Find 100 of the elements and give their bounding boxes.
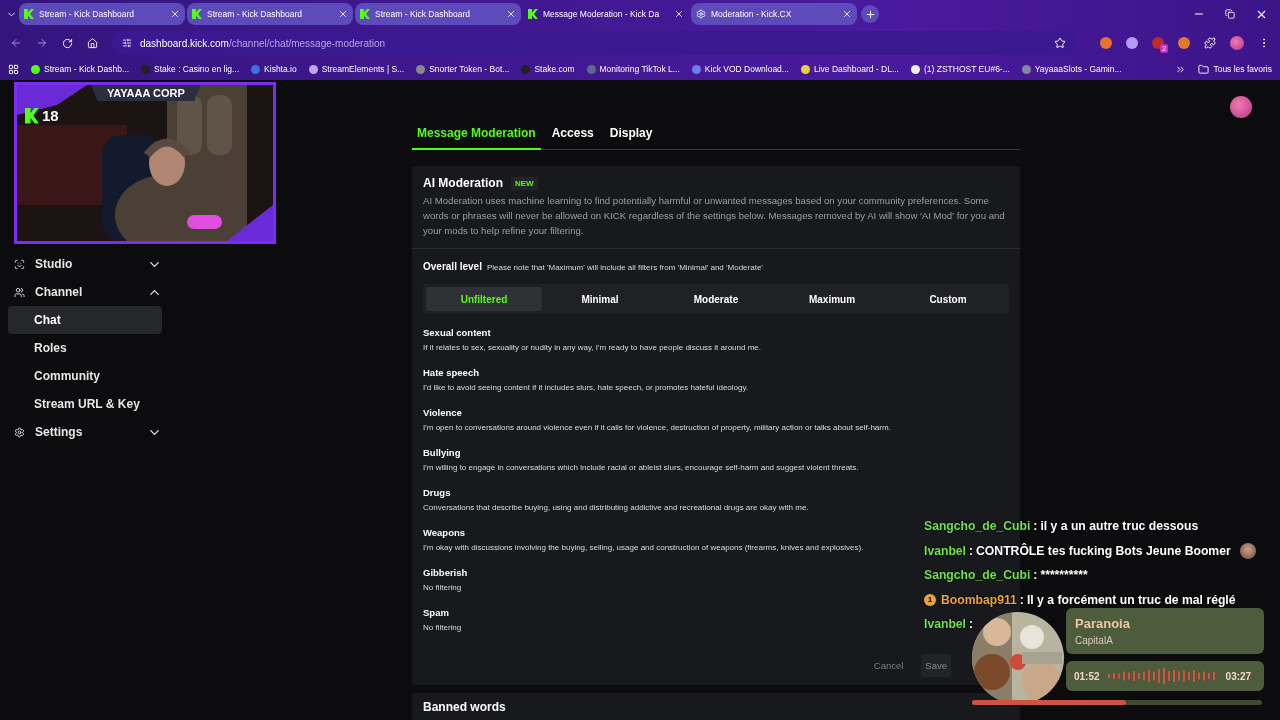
forward-icon[interactable] (36, 37, 48, 49)
bookmark-icon (1021, 64, 1031, 74)
sidebar-item[interactable]: Community (8, 362, 162, 390)
bookmark-icon (31, 64, 40, 74)
card-title: Banned words (423, 700, 506, 714)
plus-icon (864, 8, 876, 20)
browser-tab[interactable]: Stream - Kick Dashboard (187, 3, 353, 25)
browser-tab[interactable]: Stream - Kick Dashboard (355, 3, 521, 25)
chat-separator: : (969, 543, 974, 558)
category-title: Spam (423, 607, 449, 618)
chat-message: Il y a forcément un truc de mal réglé (1026, 592, 1236, 607)
back-icon[interactable] (10, 37, 22, 49)
age-label: 18 (42, 107, 59, 124)
kick-logo-icon (360, 9, 370, 19)
bookmark-icon (691, 64, 701, 74)
bookmark[interactable]: Kick VOD Download... (691, 64, 789, 74)
bookmark[interactable]: Live Dashboard - DL... (800, 64, 899, 74)
bookmark[interactable]: StreamElements | S... (308, 64, 405, 74)
browser-tab[interactable]: Moderation - Kick.CX (691, 3, 857, 25)
extension-icon[interactable] (1178, 37, 1190, 49)
bookmark-star-icon[interactable] (1054, 37, 1066, 49)
category-title: Sexual content (423, 327, 491, 338)
song-title: Paranoia (1075, 616, 1131, 631)
chat-message: CONTRÔLE tes fucking Bots Jeune Boomer (976, 543, 1231, 558)
new-badge: NEW (511, 176, 538, 190)
level-option[interactable]: Minimal (542, 287, 658, 311)
all-bookmarks[interactable]: Tous les favoris (1198, 63, 1272, 75)
bookmark-icon (308, 64, 318, 74)
category-description: No filtering (423, 583, 462, 592)
bookmark[interactable]: Stake : Casino en lig... (141, 64, 240, 74)
category-description: I'm open to conversations around violence even if it calls for violence, destruction of property, military action or talks about self-harm. (423, 423, 891, 432)
sidebar-item[interactable]: Stream URL & Key (8, 390, 162, 418)
chat-separator: : (1019, 592, 1024, 607)
bookmark[interactable]: Monitoring TikTok L... (586, 64, 680, 74)
sidebar-section[interactable]: Studio (8, 250, 162, 278)
stream-banner: YAYAAA CORP (91, 85, 201, 101)
sidebar-section[interactable]: Channel (8, 278, 162, 306)
sidebar-item[interactable]: Chat (8, 306, 162, 334)
sidebar-item[interactable]: Roles (8, 334, 162, 362)
bookmark-icon (416, 64, 426, 74)
bookmark[interactable]: Kishta.io (251, 64, 297, 74)
category-title: Bullying (423, 447, 461, 458)
song-artist: CapitalA (1075, 635, 1114, 646)
save-button[interactable]: Save (921, 654, 951, 677)
cancel-button[interactable]: Cancel (869, 654, 908, 677)
extension-icon[interactable] (1100, 37, 1112, 49)
category-description: No filtering (423, 623, 462, 632)
kick-logo-icon (528, 9, 538, 19)
bookmark-icon (800, 64, 810, 74)
total-time: 03:27 (1225, 670, 1252, 682)
bookmark-icon (251, 64, 261, 74)
bookmark[interactable]: Stake.com (521, 64, 575, 74)
bookmark-icon (911, 64, 920, 74)
extensions-icon[interactable] (1204, 37, 1216, 49)
chat-separator: : (1033, 568, 1038, 583)
card-description: AI Moderation uses machine learning to find potentially harmful or unwanted messages based on your community preferences. Some words or phrases will never be allowed on KICK regardless of the settings below. Messages removed by AI will show 'AI Mod' for you and your mods to help refine your filtering. (423, 194, 1006, 238)
kick-logo-icon (192, 9, 202, 19)
url-text: dashboard.kick.com/channel/chat/message-moderation (140, 37, 386, 49)
level-option[interactable]: Unfiltered (426, 287, 542, 311)
reload-icon[interactable] (62, 37, 73, 49)
bookmark[interactable]: Snorter Token - Bot... (416, 64, 510, 74)
elapsed-time: 01:52 (1074, 670, 1100, 682)
chat-message: il y a un autre truc dessous (1040, 519, 1199, 534)
chat-username: Sangcho_de_Cubi (924, 568, 1031, 583)
level-option[interactable]: Moderate (658, 287, 774, 311)
category-description: I'd like to avoid seeing content if it includes slurs, hate speech, or promotes hateful ideology. (423, 383, 749, 392)
bookmark-icon (586, 64, 596, 74)
category-description: I'm willing to engage in conversations which include racial or ableist slurs, encourage self-harm and suggest violent threats. (423, 463, 859, 472)
category-description: Conversations that describe buying, using and distributing addictive and recreational drugs are okay with me. (423, 503, 809, 512)
level-note: Please note that 'Maximum' will include all filters from 'Minimal' and 'Moderate' (486, 263, 763, 272)
gear-icon (696, 9, 706, 19)
site-settings-icon[interactable] (122, 38, 132, 48)
restore-icon[interactable] (1225, 9, 1235, 19)
chat-username: Ivanbel (924, 617, 966, 632)
chat-username: Sangcho_de_Cubi (924, 519, 1031, 534)
page-tab[interactable]: Message Moderation (412, 122, 541, 150)
bookmark[interactable]: Stream - Kick Dashb... (31, 64, 130, 74)
bookmark[interactable]: YayaaaSlots - Gamin... (1021, 64, 1122, 74)
bookmark[interactable]: (1) ZSTHOST EU#6-... (911, 64, 1010, 74)
level-option[interactable]: Maximum (774, 287, 890, 311)
card-title: AI Moderation (423, 176, 503, 190)
profile-avatar[interactable] (1230, 36, 1244, 50)
page-tab[interactable]: Display (604, 122, 658, 150)
extension-icon[interactable] (1126, 37, 1138, 49)
user-avatar[interactable] (1230, 96, 1252, 118)
sidebar-section[interactable]: Settings (8, 418, 162, 446)
extension-icon[interactable] (1152, 37, 1164, 49)
close-icon[interactable] (674, 9, 684, 19)
chat-username: Ivanbel (924, 543, 966, 558)
apps-icon[interactable] (8, 63, 19, 75)
category-title: Drugs (423, 487, 451, 498)
level-option[interactable]: Custom (890, 287, 1006, 311)
home-icon[interactable] (87, 37, 98, 49)
address-bar[interactable]: dashboard.kick.com/channel/chat/message-moderation (112, 31, 1076, 55)
new-tab-button[interactable] (861, 5, 879, 23)
page-tab[interactable]: Access (546, 122, 599, 150)
browser-tab[interactable]: Stream - Kick Dashboard (19, 3, 185, 25)
bookmark-icon (521, 64, 531, 74)
browser-tab[interactable]: Message Moderation - Kick Da (523, 3, 689, 25)
kick-logo-icon (24, 9, 34, 19)
